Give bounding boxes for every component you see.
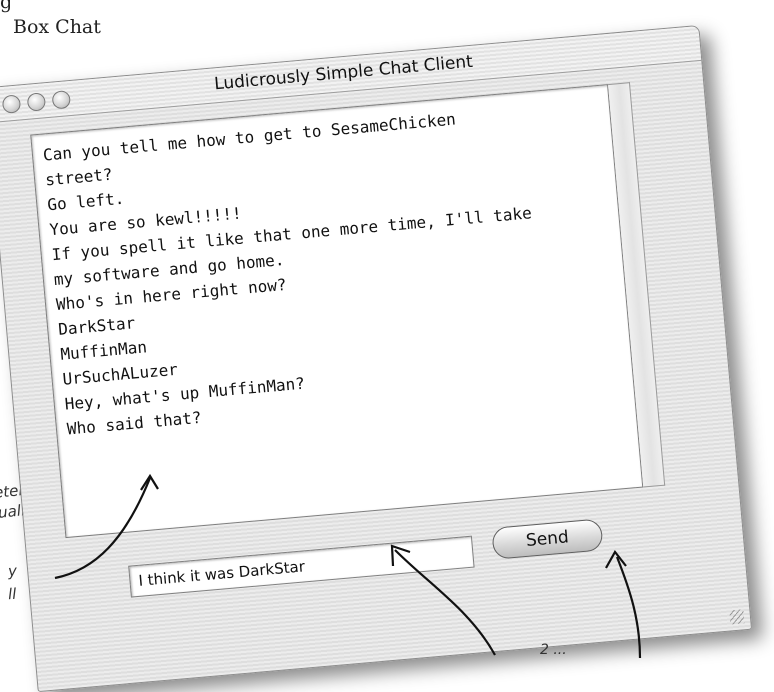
- arrow-to-chat-area: [54, 477, 152, 580]
- handwritten-note-bottom: 2 ...: [540, 642, 567, 658]
- arrow-to-input: [394, 549, 496, 656]
- arrowhead-send: [605, 550, 627, 569]
- arrowhead-chat-area: [140, 473, 159, 491]
- annotation-arrows: [54, 473, 642, 659]
- arrow-to-send: [615, 556, 642, 659]
